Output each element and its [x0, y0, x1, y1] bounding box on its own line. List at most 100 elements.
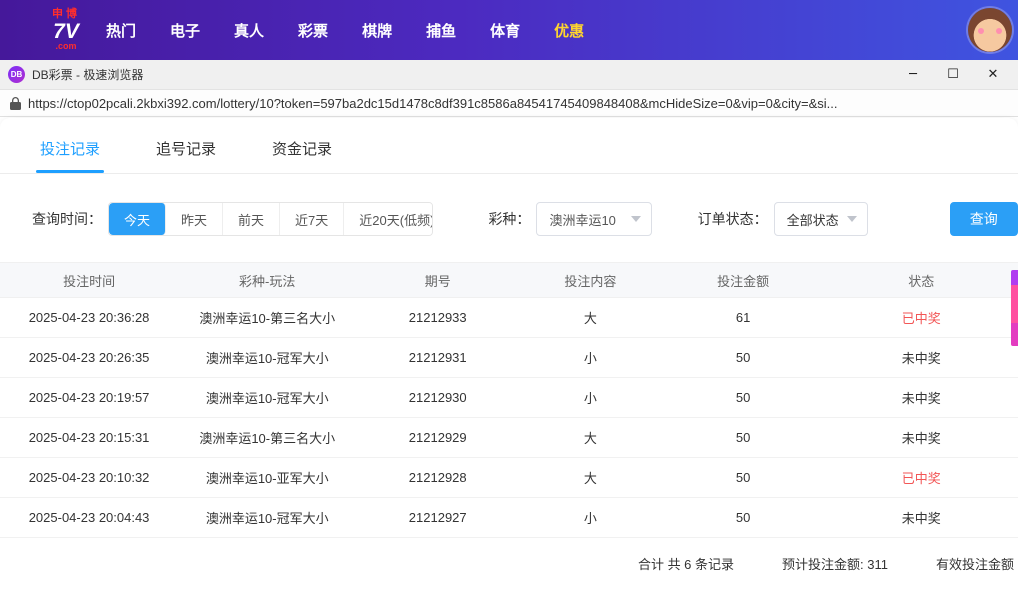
status-cell: 未中奖 — [901, 391, 941, 406]
maximize-icon[interactable]: ☐ — [936, 63, 970, 87]
time-option-daybefore[interactable]: 前天 — [223, 203, 281, 235]
nav-item-hot[interactable]: 热门 — [106, 20, 136, 41]
table-row[interactable]: 2025-04-23 20:36:28 澳洲幸运10-第三名大小 2121293… — [0, 298, 1018, 338]
status-cell: 已中奖 — [901, 311, 941, 326]
app-window: 申博 7V .com 热门 电子 真人 彩票 棋牌 捕鱼 体育 优惠 DB DB… — [0, 0, 1018, 599]
tab-bet-records[interactable]: 投注记录 — [35, 138, 105, 173]
header-status: 状态 — [908, 273, 935, 289]
nav-menu: 热门 电子 真人 彩票 棋牌 捕鱼 体育 优惠 — [106, 20, 584, 41]
bet-time-cell: 2025-04-23 20:36:28 — [28, 310, 150, 325]
bet-amount-cell: 50 — [735, 510, 751, 525]
order-status-select[interactable]: 全部状态 — [773, 202, 868, 236]
play-type-cell: 澳洲幸运10-第三名大小 — [199, 311, 336, 326]
period-cell: 21212929 — [408, 430, 467, 445]
header-bet-time: 投注时间 — [63, 273, 116, 289]
period-cell: 21212930 — [408, 390, 467, 405]
table-row[interactable]: 2025-04-23 20:04:43 澳洲幸运10-冠军大小 21212927… — [0, 498, 1018, 538]
time-option-today[interactable]: 今天 — [109, 203, 167, 235]
period-cell: 21212933 — [408, 310, 467, 325]
header-play-type: 彩种-玩法 — [239, 273, 296, 289]
bet-content-cell: 小 — [583, 391, 597, 406]
time-option-7days[interactable]: 近7天 — [280, 203, 345, 235]
summary-total: 合计 共 6 条记录 — [637, 557, 735, 572]
period-cell: 21212931 — [408, 350, 467, 365]
bet-amount-cell: 50 — [735, 350, 751, 365]
brand-logo[interactable]: 申博 7V .com — [52, 9, 80, 51]
side-widget-sliver — [1011, 270, 1018, 346]
minimize-icon[interactable]: ─ — [896, 63, 930, 87]
tab-fund-records[interactable]: 资金记录 — [272, 138, 332, 173]
status-cell: 未中奖 — [901, 511, 941, 526]
period-cell: 21212927 — [408, 510, 467, 525]
table-row[interactable]: 2025-04-23 20:19:57 澳洲幸运10-冠军大小 21212930… — [0, 378, 1018, 418]
play-type-cell: 澳洲幸运10-冠军大小 — [205, 511, 329, 526]
search-button[interactable]: 查询 — [949, 202, 1018, 236]
window-controls: ─ ☐ ✕ — [896, 63, 1010, 87]
bet-content-cell: 大 — [583, 311, 597, 326]
browser-favicon-icon: DB — [8, 66, 25, 83]
status-cell: 未中奖 — [901, 431, 941, 446]
summary-bar: 合计 共 6 条记录 预计投注金额: 311 有效投注金额 — [0, 538, 1018, 573]
browser-titlebar: DB DB彩票 - 极速浏览器 ─ ☐ ✕ — [0, 60, 1018, 90]
bet-amount-cell: 50 — [735, 430, 751, 445]
nav-item-promo[interactable]: 优惠 — [554, 20, 584, 41]
bet-time-cell: 2025-04-23 20:19:57 — [28, 390, 150, 405]
bet-time-cell: 2025-04-23 20:04:43 — [28, 510, 150, 525]
play-type-cell: 澳洲幸运10-亚军大小 — [205, 471, 329, 486]
play-type-cell: 澳洲幸运10-第三名大小 — [199, 431, 336, 446]
bet-content-cell: 大 — [583, 431, 597, 446]
lottery-filter-label: 彩种： — [488, 211, 531, 227]
status-cell: 未中奖 — [901, 351, 941, 366]
period-cell: 21212928 — [408, 470, 467, 485]
tab-chase-records[interactable]: 追号记录 — [156, 138, 216, 173]
url-text[interactable]: https://ctop02pcali.2kbxi392.com/lottery… — [28, 96, 837, 111]
filter-bar: 查询时间： 今天 昨天 前天 近7天 近20天(低频) 彩种： 澳洲幸运10 订… — [32, 202, 1018, 236]
nav-item-slots[interactable]: 电子 — [170, 20, 200, 41]
avatar[interactable] — [968, 8, 1012, 52]
time-option-20days[interactable]: 近20天(低频) — [344, 203, 433, 235]
brand-logo-com: .com — [55, 41, 77, 51]
header-bet-content: 投注内容 — [564, 273, 617, 289]
window-title: DB彩票 - 极速浏览器 — [32, 68, 144, 82]
header-bet-amount: 投注金额 — [717, 273, 770, 289]
table-header-row: 投注时间 彩种-玩法 期号 投注内容 投注金额 状态 — [0, 262, 1018, 298]
table-row[interactable]: 2025-04-23 20:15:31 澳洲幸运10-第三名大小 2121292… — [0, 418, 1018, 458]
nav-item-live[interactable]: 真人 — [234, 20, 264, 41]
lock-icon — [10, 96, 21, 110]
lottery-select[interactable]: 澳洲幸运10 — [536, 202, 652, 236]
top-nav: 申博 7V .com 热门 电子 真人 彩票 棋牌 捕鱼 体育 优惠 — [0, 0, 1018, 60]
chevron-down-icon — [630, 216, 641, 222]
order-status-value: 全部状态 — [786, 212, 839, 228]
nav-item-lottery[interactable]: 彩票 — [298, 20, 328, 41]
lottery-select-value: 澳洲幸运10 — [549, 212, 616, 228]
header-period: 期号 — [424, 273, 451, 289]
bet-content-cell: 大 — [583, 471, 597, 486]
content-panel: 投注记录 追号记录 资金记录 查询时间： 今天 昨天 前天 近7天 近20天(低… — [0, 118, 1018, 599]
table-row[interactable]: 2025-04-23 20:10:32 澳洲幸运10-亚军大小 21212928… — [0, 458, 1018, 498]
brand-logo-7v: 7V — [53, 20, 79, 43]
bet-amount-cell: 50 — [735, 470, 751, 485]
bet-amount-cell: 61 — [735, 310, 751, 325]
play-type-cell: 澳洲幸运10-冠军大小 — [205, 391, 329, 406]
nav-item-fishing[interactable]: 捕鱼 — [426, 20, 456, 41]
bet-content-cell: 小 — [583, 351, 597, 366]
time-option-yesterday[interactable]: 昨天 — [166, 203, 224, 235]
bet-amount-cell: 50 — [735, 390, 751, 405]
close-icon[interactable]: ✕ — [976, 63, 1010, 87]
bet-time-cell: 2025-04-23 20:10:32 — [28, 470, 150, 485]
time-filter-label: 查询时间： — [32, 211, 102, 227]
table-row[interactable]: 2025-04-23 20:26:35 澳洲幸运10-冠军大小 21212931… — [0, 338, 1018, 378]
summary-valid: 有效投注金额 — [935, 557, 1014, 572]
bet-records-table: 投注时间 彩种-玩法 期号 投注内容 投注金额 状态 2025-04-23 20… — [0, 262, 1018, 538]
status-cell: 已中奖 — [901, 471, 941, 486]
address-bar[interactable]: https://ctop02pcali.2kbxi392.com/lottery… — [0, 90, 1018, 117]
summary-expected: 预计投注金额: 311 — [782, 557, 888, 572]
nav-item-sports[interactable]: 体育 — [490, 20, 520, 41]
chevron-down-icon — [846, 216, 857, 222]
brand-logo-cn: 申博 — [52, 8, 80, 20]
play-type-cell: 澳洲幸运10-冠军大小 — [205, 351, 329, 366]
nav-item-cards[interactable]: 棋牌 — [362, 20, 392, 41]
bet-content-cell: 小 — [583, 511, 597, 526]
time-filter-group: 今天 昨天 前天 近7天 近20天(低频) — [108, 202, 434, 236]
bet-time-cell: 2025-04-23 20:15:31 — [28, 430, 150, 445]
